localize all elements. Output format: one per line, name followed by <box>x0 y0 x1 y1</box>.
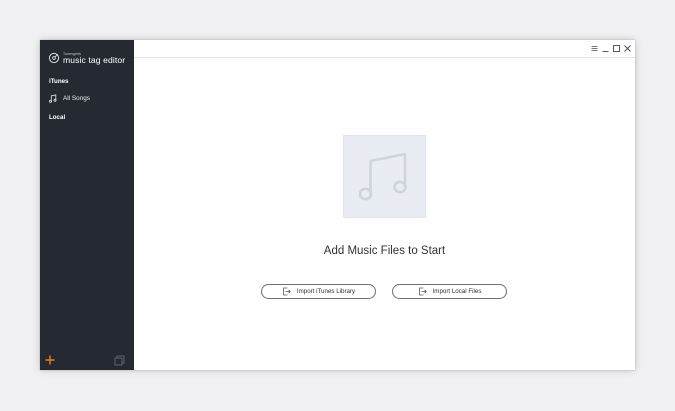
close-icon[interactable] <box>623 44 632 53</box>
music-note-icon <box>358 152 407 201</box>
sidebar: Tunesgeek music tag editor iTunes All So… <box>40 40 134 370</box>
button-label: Import Local Files <box>432 288 482 295</box>
logo-icon <box>48 52 60 64</box>
app-window: Tunesgeek music tag editor iTunes All So… <box>40 40 635 370</box>
sidebar-item-label: All Songs <box>63 94 90 102</box>
menu-icon[interactable] <box>590 44 599 53</box>
section-label-itunes: iTunes <box>49 78 69 85</box>
empty-state-artwork <box>343 135 426 218</box>
import-local-files-button[interactable]: Import Local Files <box>392 284 507 299</box>
brand-name: music tag editor <box>63 55 126 65</box>
copy-icon[interactable] <box>114 355 125 366</box>
section-label-local: Local <box>49 114 66 121</box>
title-bar <box>134 40 635 58</box>
button-label: Import iTunes Library <box>296 288 356 295</box>
sidebar-item-all-songs[interactable]: All Songs <box>49 92 129 104</box>
import-icon <box>418 287 427 296</box>
maximize-icon[interactable] <box>612 44 621 53</box>
import-icon <box>282 287 291 296</box>
import-itunes-library-button[interactable]: Import iTunes Library <box>261 284 376 299</box>
plus-icon[interactable] <box>44 354 56 366</box>
music-note-icon <box>49 93 57 103</box>
empty-state-headline: Add Music Files to Start <box>323 245 446 257</box>
minimize-icon[interactable] <box>601 44 610 53</box>
